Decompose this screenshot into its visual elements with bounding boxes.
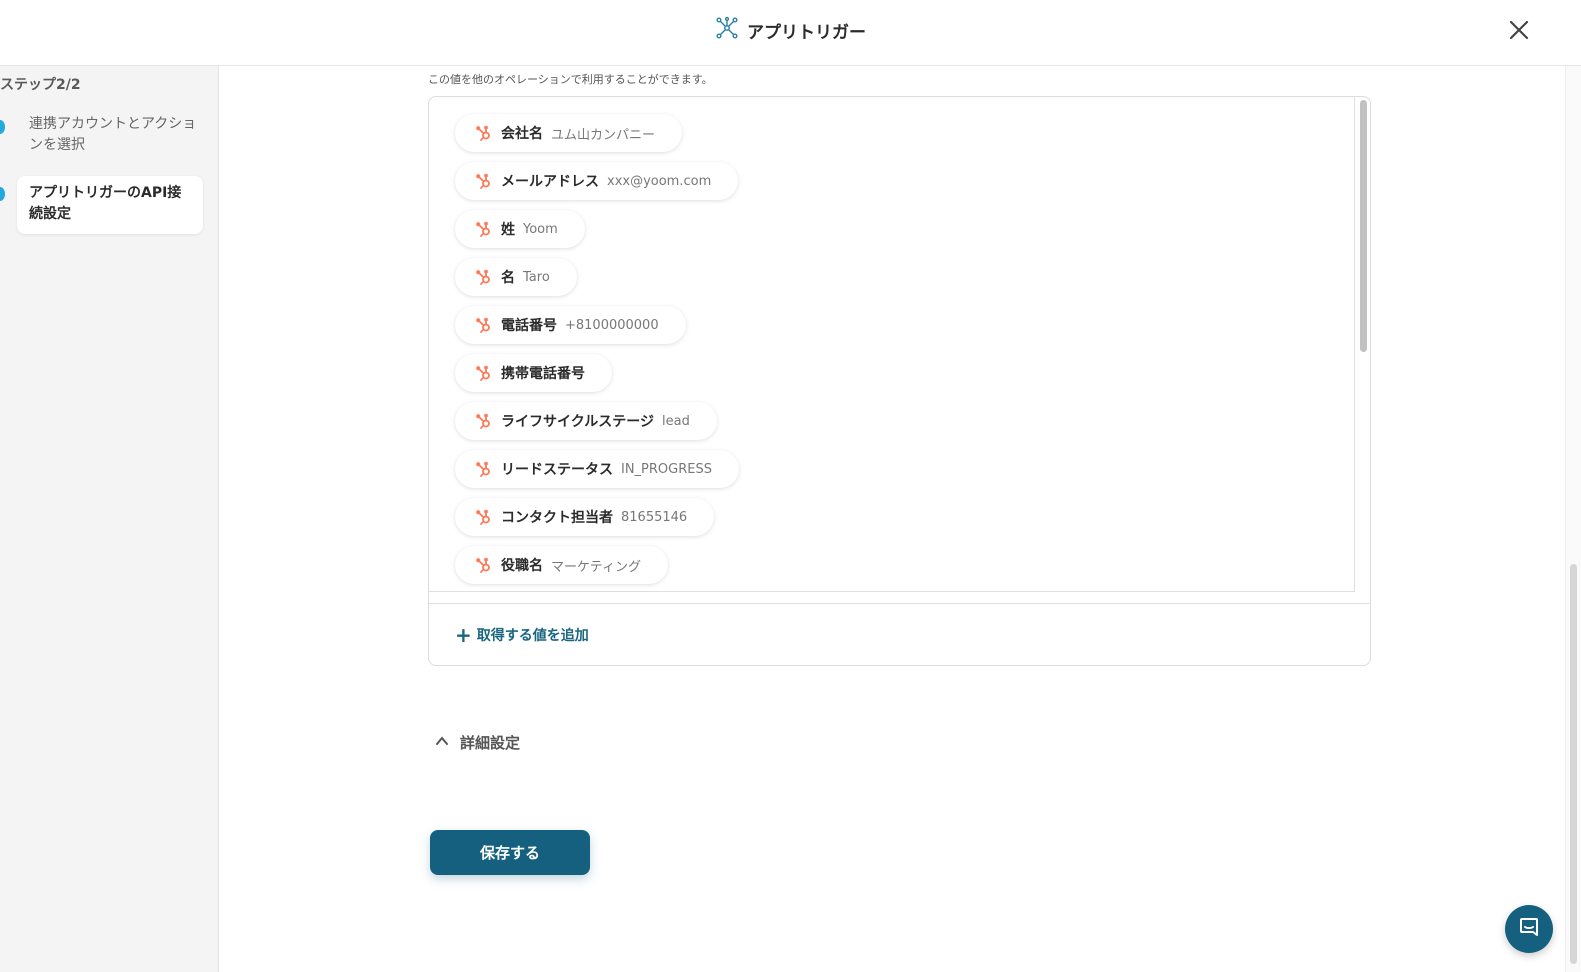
hubspot-icon [475,412,493,430]
output-value-chip[interactable]: リードステータス IN_PROGRESS [455,450,739,488]
header-title: アプリトリガー [0,16,1581,45]
output-value-key: 携帯電話番号 [501,366,585,382]
output-value-key: 会社名 [501,126,543,142]
advanced-settings-toggle[interactable]: 詳細設定 [434,732,520,753]
output-value-chip[interactable]: メールアドレス xxx@yoom.com [455,162,739,200]
header-title-text: アプリトリガー [747,23,866,43]
hubspot-icon [475,508,493,526]
list-scrollbar-thumb[interactable] [1360,100,1367,352]
add-value-button[interactable]: + 取得する値を追加 [455,625,589,645]
hubspot-icon [475,556,493,574]
output-value-sample: Taro [523,269,550,285]
plus-icon: + [455,623,472,647]
output-values-panel: 会社名 ユム山カンパニーメールアドレス xxx@yoom.com 姓 Yoom 名 Taro… [428,96,1371,666]
output-value-sample: Yoom [523,221,558,237]
output-value-key: メールアドレス [501,174,599,190]
output-value-chip[interactable]: 名 Taro [455,258,577,296]
sidebar-step-active-card: アプリトリガーのAPI接続設定 [17,176,203,234]
output-value-chip[interactable]: コンタクト担当者 81655146 [455,498,715,536]
step-status-dot [0,120,5,134]
hubspot-icon [475,460,493,478]
chevron-up-icon [434,733,450,753]
hubspot-icon [475,124,493,142]
hubspot-icon [475,220,493,238]
output-value-chip[interactable]: 携帯電話番号 [455,354,612,392]
output-value-key: 役職名 [501,558,543,574]
output-value-key: ライフサイクルステージ [501,414,655,430]
page-scrollbar-thumb[interactable] [1570,564,1577,964]
modal-header: アプリトリガー [0,0,1581,66]
close-icon[interactable] [1506,17,1532,43]
sidebar-step-label: アプリトリガーのAPI接続設定 [29,185,182,222]
add-value-label: 取得する値を追加 [476,628,589,644]
output-value-key: 電話番号 [501,318,557,334]
step-status-dot [0,187,5,201]
output-value-sample: xxx@yoom.com [607,173,712,189]
output-value-chip[interactable]: 役職名 マーケティング [455,546,668,584]
list-scrollbar[interactable] [1358,99,1368,589]
output-value-key: 名 [501,270,515,286]
output-value-chip[interactable]: 姓 Yoom [455,210,585,248]
hubspot-icon [475,268,493,286]
chat-icon [1517,915,1541,943]
add-value-row: + 取得する値を追加 [429,603,1370,665]
output-value-sample: IN_PROGRESS [621,461,712,477]
hubspot-icon [475,364,493,382]
output-value-chip[interactable]: ライフサイクルステージ lead [455,402,717,440]
output-values-list: 会社名 ユム山カンパニーメールアドレス xxx@yoom.com 姓 Yoom 名 Taro… [429,97,1355,592]
output-description: この値を他のオペレーションで利用することができます。 [428,73,713,86]
sidebar: ステップ2/2 連携アカウントとアクションを選択 アプリトリガーのAPI接続設定 [0,66,219,972]
output-value-chip[interactable]: 電話番号 +8100000000 [455,306,686,344]
network-icon [715,16,739,45]
hubspot-icon [475,172,493,190]
output-value-chip[interactable]: 会社名 ユム山カンパニー [455,114,683,152]
output-value-sample: +8100000000 [565,317,659,333]
output-value-sample: 81655146 [621,509,688,525]
output-value-sample: ユム山カンパニー [551,127,656,143]
output-value-sample: マーケティング [551,559,641,575]
advanced-settings-label: 詳細設定 [460,734,521,752]
output-value-key: 姓 [501,222,515,238]
step-count: ステップ2/2 [0,77,81,93]
hubspot-icon [475,316,493,334]
output-value-sample: lead [662,413,690,429]
output-value-key: コンタクト担当者 [501,510,613,526]
chat-support-button[interactable] [1505,905,1553,953]
save-button[interactable]: 保存する [430,830,590,875]
page-scrollbar[interactable] [1565,66,1581,972]
sidebar-step-label: 連携アカウントとアクションを選択 [29,116,197,153]
output-value-key: リードステータス [501,462,613,478]
